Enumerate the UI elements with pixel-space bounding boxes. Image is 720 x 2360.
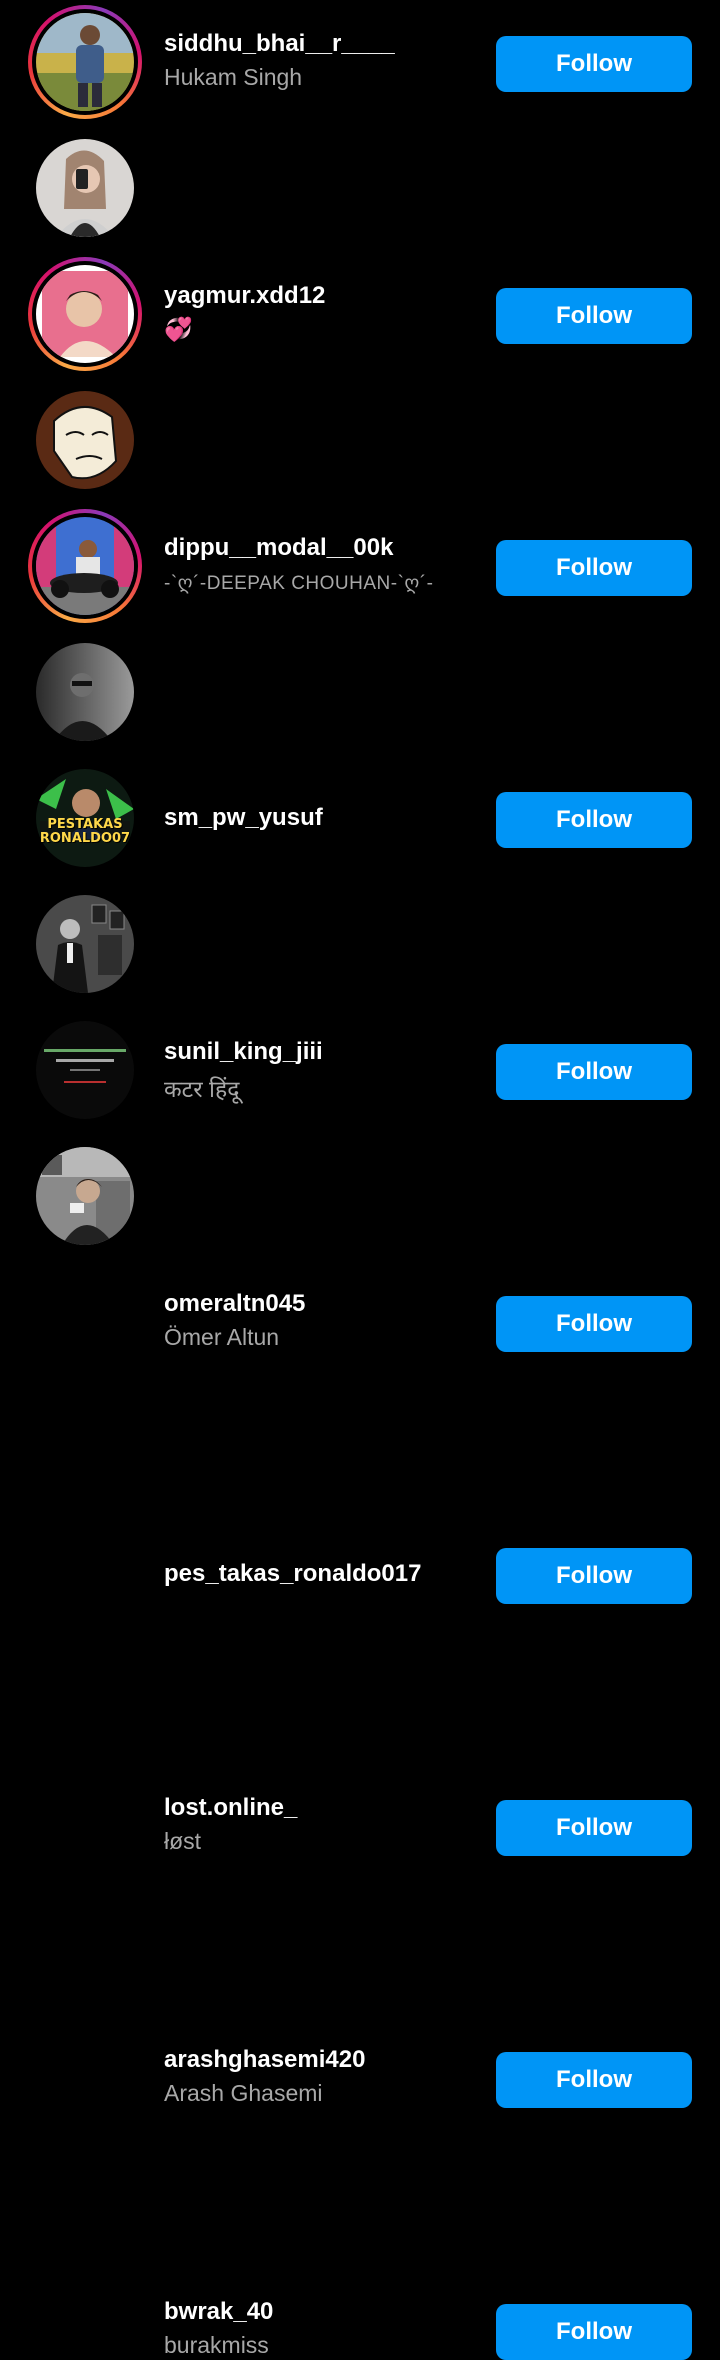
username[interactable]: arashghasemi420 (164, 2046, 365, 2074)
avatar[interactable] (36, 139, 134, 237)
follow-button[interactable]: Follow (496, 1296, 692, 1352)
avatar[interactable] (36, 517, 134, 615)
avatar[interactable] (36, 1147, 134, 1245)
avatar-frame (28, 887, 142, 1001)
story-ring[interactable] (28, 257, 142, 371)
username[interactable]: lost.online_ (164, 1794, 297, 1822)
story-ring[interactable] (28, 509, 142, 623)
story-ring[interactable] (28, 5, 142, 119)
account-row[interactable]: sm_pw_yusuf Follow (0, 378, 720, 848)
avatar-frame (28, 131, 142, 245)
account-row[interactable]: omeraltn045 Ömer Altun Follow (0, 630, 720, 1352)
account-row[interactable]: PESTAKAS RONALDO07 pes_takas_ronaldo017 … (0, 756, 720, 1604)
avatar-frame (28, 1139, 142, 1253)
full-name: Ömer Altun (164, 1324, 280, 1350)
avatar[interactable] (36, 391, 134, 489)
username[interactable]: pes_takas_ronaldo017 (164, 1560, 421, 1588)
avatar[interactable] (36, 643, 134, 741)
avatar-frame (28, 1013, 142, 1127)
username[interactable]: bwrak_40 (164, 2298, 273, 2326)
follow-button[interactable]: Follow (496, 2304, 692, 2360)
follow-button[interactable]: Follow (496, 36, 692, 92)
avatar-frame (28, 383, 142, 497)
account-row[interactable]: sunil_king_jiii कटर हिंदू Follow (0, 504, 720, 1102)
full-name: Arash Ghasemi (164, 2080, 323, 2106)
full-name: burakmiss (164, 2332, 269, 2358)
account-row[interactable]: siddhu_bhai__r____ Hukam Singh Follow (0, 0, 720, 126)
account-row[interactable]: yagmur.xdd12 💞 Follow (0, 126, 720, 344)
full-name: Hukam Singh (164, 64, 303, 90)
avatar[interactable] (36, 265, 134, 363)
follow-button[interactable]: Follow (496, 1548, 692, 1604)
follow-button[interactable]: Follow (496, 1800, 692, 1856)
avatar-frame: PESTAKAS RONALDO07 (28, 761, 142, 875)
avatar-overlay-text: PESTAKAS RONALDO07 (39, 817, 131, 846)
avatar[interactable] (36, 895, 134, 993)
avatar[interactable] (36, 13, 134, 111)
account-row[interactable]: arashghasemi420 Arash Ghasemi Follow (0, 1008, 720, 2108)
account-row[interactable]: dippu__modal__00k -`ღ´-DEEPAK CHOUHAN-`ღ… (0, 252, 720, 596)
full-name: łøst (164, 1828, 202, 1854)
username[interactable]: omeraltn045 (164, 1290, 305, 1318)
username[interactable]: siddhu_bhai__r____ (164, 30, 395, 58)
account-row[interactable]: lost.online_ łøst Follow (0, 882, 720, 1856)
avatar[interactable] (36, 1021, 134, 1119)
avatar-frame (28, 635, 142, 749)
follow-button[interactable]: Follow (496, 2052, 692, 2108)
account-row[interactable]: bwrak_40 burakmiss Follow (0, 1134, 720, 2360)
